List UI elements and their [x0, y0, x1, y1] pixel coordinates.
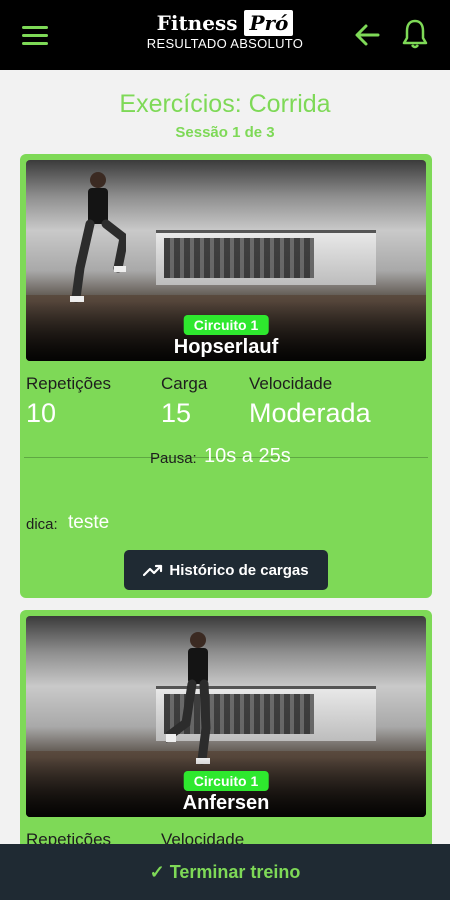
load-label: Carga [161, 374, 208, 393]
logo-tagline: RESULTADO ABSOLUTO [146, 36, 304, 51]
speed-label: Velocidade [249, 374, 333, 393]
tip-value: teste [68, 512, 110, 533]
logo-pro-badge: Pró [244, 10, 294, 36]
finish-workout-label: ✓ Terminar treino [149, 861, 301, 882]
trending-up-icon [143, 564, 163, 577]
athlete-figure [166, 632, 211, 765]
exercise-name: Anfersen [182, 792, 270, 814]
repetitions-value: 10 [26, 398, 57, 428]
load-history-button[interactable]: Histórico de cargas [124, 550, 328, 590]
exercise-video[interactable]: Circuito 1 Hopserlauf [26, 160, 426, 361]
session-counter: Sessão 1 de 3 [175, 124, 275, 141]
load-value: 15 [161, 398, 192, 428]
app-logo: Fitness Pró RESULTADO ABSOLUTO [130, 10, 320, 52]
circuit-badge: Circuito 1 [183, 771, 269, 791]
pause-label: Pausa: [150, 450, 197, 467]
load-history-label: Histórico de cargas [169, 561, 309, 579]
athlete-figure [70, 172, 126, 303]
repetitions-label: Repetições [26, 374, 112, 393]
pause-value: 10s a 25s [204, 445, 291, 467]
exercise-video[interactable]: Circuito 1 Anfersen [26, 616, 426, 817]
arrow-left-icon[interactable] [352, 20, 382, 50]
bell-icon[interactable] [400, 18, 430, 50]
logo-text: Fitness [156, 11, 238, 35]
exercise-name: Hopserlauf [173, 336, 279, 358]
menu-icon[interactable] [22, 26, 48, 46]
tip-label: dica: [26, 516, 58, 533]
app-header: Fitness Pró RESULTADO ABSOLUTO [0, 0, 450, 70]
circuit-badge: Circuito 1 [183, 315, 269, 335]
speed-value: Moderada [249, 398, 371, 428]
exercise-card: Circuito 1 Hopserlauf Repetições 10 Carg… [20, 154, 432, 598]
page-title: Exercícios: Corrida [119, 90, 331, 118]
finish-workout-button[interactable]: ✓ Terminar treino [0, 844, 450, 900]
